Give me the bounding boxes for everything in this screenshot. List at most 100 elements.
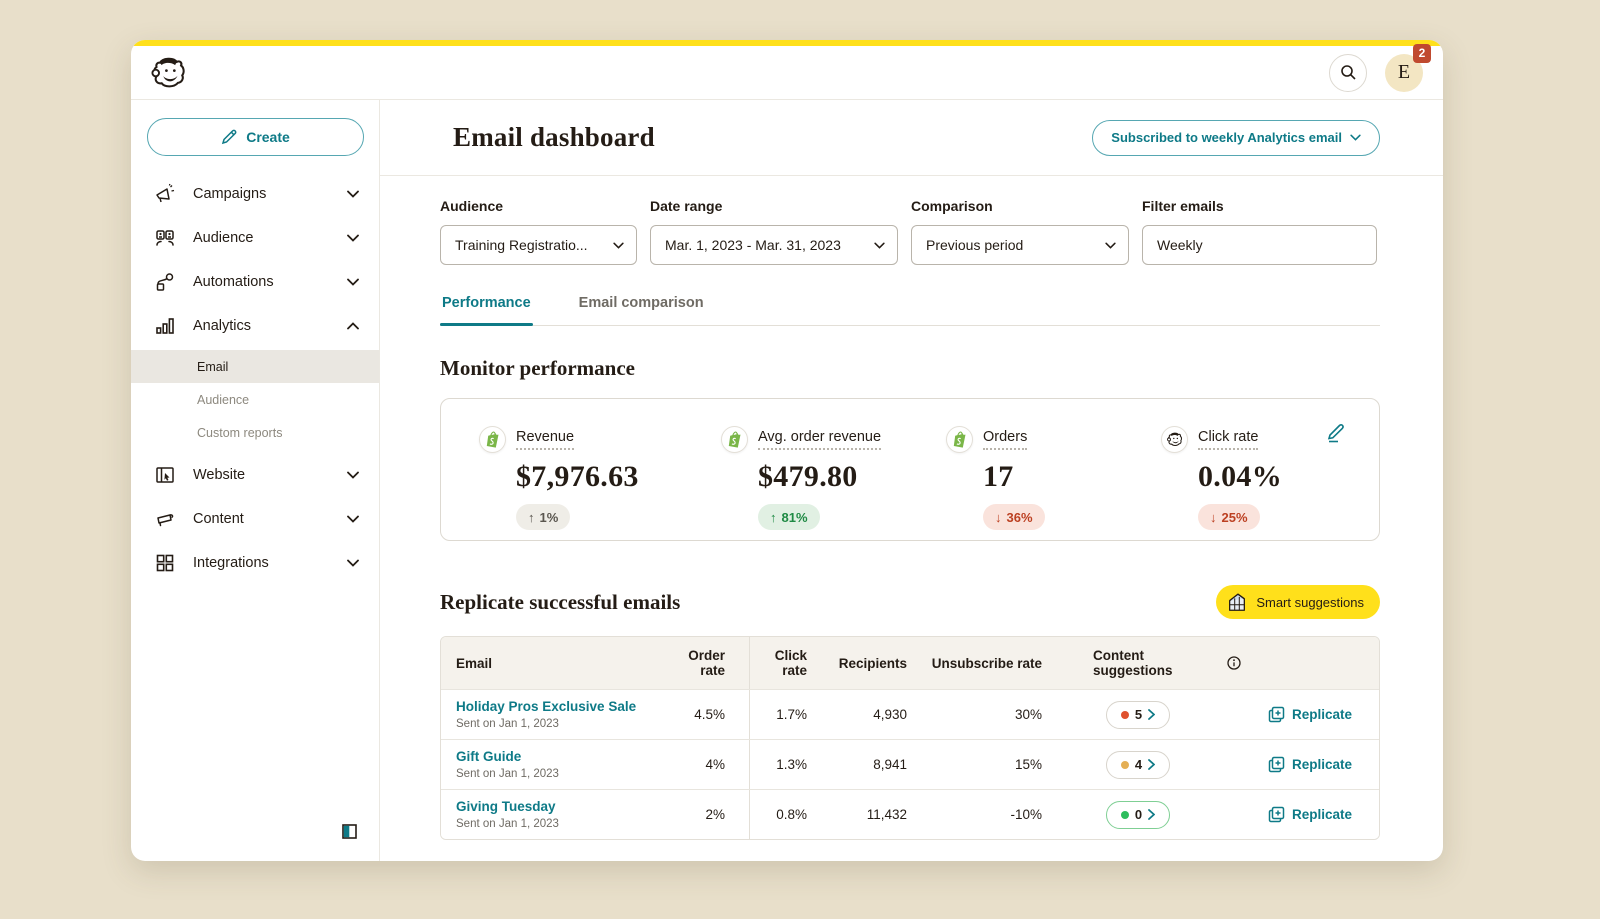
email-sent-date: Sent on Jan 1, 2023 <box>456 768 671 780</box>
email-link[interactable]: Gift Guide <box>456 749 671 764</box>
comparison-select-value: Previous period <box>926 237 1023 253</box>
stat-label[interactable]: Orders <box>983 429 1027 450</box>
content-suggestions-pill[interactable]: 0 <box>1106 801 1170 829</box>
audience-select[interactable]: Training Registratio... <box>440 225 637 265</box>
date-range-select-value: Mar. 1, 2023 - Mar. 31, 2023 <box>665 237 841 253</box>
chevron-down-icon <box>603 242 624 249</box>
email-sent-date: Sent on Jan 1, 2023 <box>456 818 671 830</box>
status-dot <box>1121 811 1129 819</box>
date-range-select[interactable]: Mar. 1, 2023 - Mar. 31, 2023 <box>650 225 898 265</box>
stat-label[interactable]: Revenue <box>516 429 574 450</box>
tabs: Performance Email comparison <box>440 295 1380 326</box>
chevron-down-icon <box>347 278 359 286</box>
click-rate-value: 1.3% <box>750 757 831 772</box>
duplicate-icon <box>1268 706 1285 723</box>
content-icon <box>153 508 177 530</box>
stat-click-rate: Click rate 0.04% ↓ 25% <box>1161 426 1282 540</box>
table-row: Giving Tuesday Sent on Jan 1, 2023 2% 0.… <box>441 789 1379 839</box>
subscribe-dropdown-button[interactable]: Subscribed to weekly Analytics email <box>1092 120 1380 156</box>
table-header-row: Email Order rate Click rate Recipients U… <box>441 637 1379 689</box>
sidebar-item-audience[interactable]: Audience <box>131 216 379 260</box>
sidebar-item-integrations[interactable]: Integrations <box>131 541 379 585</box>
sidebar-item-label: Integrations <box>193 555 269 571</box>
sidebar: Create Campaigns Audience <box>131 100 380 861</box>
suggestions-count: 4 <box>1135 757 1142 772</box>
greenhouse-icon <box>1226 591 1248 613</box>
sidebar-subitem-email[interactable]: Email <box>131 350 379 383</box>
info-icon[interactable] <box>1227 656 1241 670</box>
tab-email-comparison[interactable]: Email comparison <box>577 295 706 325</box>
recipients-value: 4,930 <box>831 707 931 722</box>
chevron-down-icon <box>1350 134 1361 141</box>
sidebar-item-automations[interactable]: Automations <box>131 260 379 304</box>
email-sent-date: Sent on Jan 1, 2023 <box>456 718 671 730</box>
topbar: E 2 <box>131 46 1443 100</box>
chevron-right-icon <box>1148 809 1155 820</box>
replicate-button[interactable]: Replicate <box>1268 806 1352 823</box>
replicate-button[interactable]: Replicate <box>1268 756 1352 773</box>
replicate-heading: Replicate successful emails <box>440 590 680 615</box>
comparison-select[interactable]: Previous period <box>911 225 1129 265</box>
col-unsubscribe-rate: Unsubscribe rate <box>931 656 1066 671</box>
audience-filter-label: Audience <box>440 198 637 214</box>
megaphone-icon <box>153 183 177 205</box>
edit-stats-icon[interactable] <box>1326 423 1347 444</box>
analytics-icon <box>153 315 177 337</box>
suggestions-count: 5 <box>1135 707 1142 722</box>
content-suggestions-pill[interactable]: 5 <box>1106 701 1170 729</box>
shopify-icon <box>946 426 973 453</box>
app-window: E 2 Create Campaigns <box>131 40 1443 861</box>
chevron-down-icon <box>1095 242 1116 249</box>
shopify-icon <box>721 426 748 453</box>
sidebar-subitem-audience[interactable]: Audience <box>131 383 379 416</box>
status-dot <box>1121 711 1129 719</box>
tab-performance[interactable]: Performance <box>440 295 533 325</box>
chevron-down-icon <box>347 234 359 242</box>
audience-icon <box>153 227 177 249</box>
order-rate-value: 2% <box>671 790 750 839</box>
filter-emails-field-wrap <box>1142 225 1377 265</box>
sidebar-item-website[interactable]: Website <box>131 453 379 497</box>
col-click-rate: Click rate <box>750 648 831 678</box>
click-rate-value: 0.8% <box>750 807 831 822</box>
smart-suggestions-label: Smart suggestions <box>1256 595 1364 610</box>
mailchimp-logo-icon[interactable] <box>149 54 187 92</box>
content-area: Audience Training Registratio... Date ra… <box>380 176 1443 861</box>
create-button[interactable]: Create <box>147 118 364 156</box>
stat-value: 17 <box>983 460 1161 494</box>
chevron-right-icon <box>1148 759 1155 770</box>
emails-table: Email Order rate Click rate Recipients U… <box>440 636 1380 840</box>
sidebar-item-analytics[interactable]: Analytics <box>131 304 379 348</box>
replicate-button[interactable]: Replicate <box>1268 706 1352 723</box>
chevron-down-icon <box>864 242 885 249</box>
notification-badge: 2 <box>1413 44 1431 63</box>
collapse-sidebar-icon[interactable] <box>342 824 357 839</box>
duplicate-icon <box>1268 806 1285 823</box>
col-recipients: Recipients <box>831 656 931 671</box>
integrations-icon <box>153 552 177 574</box>
filter-emails-input[interactable] <box>1157 237 1364 253</box>
search-button[interactable] <box>1329 54 1367 92</box>
stat-label[interactable]: Avg. order revenue <box>758 429 881 450</box>
arrow-down-icon: ↓ <box>1210 510 1217 525</box>
sidebar-nav: Campaigns Audience Automations <box>131 172 379 585</box>
stat-avg-order-revenue: Avg. order revenue $479.80 ↑ 81% <box>721 426 946 540</box>
sidebar-item-content[interactable]: Content <box>131 497 379 541</box>
stat-value: 0.04% <box>1198 460 1282 494</box>
email-link[interactable]: Giving Tuesday <box>456 799 671 814</box>
sidebar-item-campaigns[interactable]: Campaigns <box>131 172 379 216</box>
sidebar-subitem-custom-reports[interactable]: Custom reports <box>131 416 379 449</box>
automations-icon <box>153 271 177 293</box>
smart-suggestions-button[interactable]: Smart suggestions <box>1216 585 1380 619</box>
table-row: Gift Guide Sent on Jan 1, 2023 4% 1.3% 8… <box>441 739 1379 789</box>
stat-delta: ↑ 81% <box>758 504 820 530</box>
chevron-right-icon <box>1148 709 1155 720</box>
content-suggestions-pill[interactable]: 4 <box>1106 751 1170 779</box>
replicate-section-header: Replicate successful emails Smart sugges… <box>440 585 1380 619</box>
email-link[interactable]: Holiday Pros Exclusive Sale <box>456 699 671 714</box>
duplicate-icon <box>1268 756 1285 773</box>
main-panel: Email dashboard Subscribed to weekly Ana… <box>380 100 1443 861</box>
stat-label[interactable]: Click rate <box>1198 429 1258 450</box>
sidebar-item-label: Automations <box>193 274 274 290</box>
stat-revenue: Revenue $7,976.63 ↑ 1% <box>479 426 721 540</box>
